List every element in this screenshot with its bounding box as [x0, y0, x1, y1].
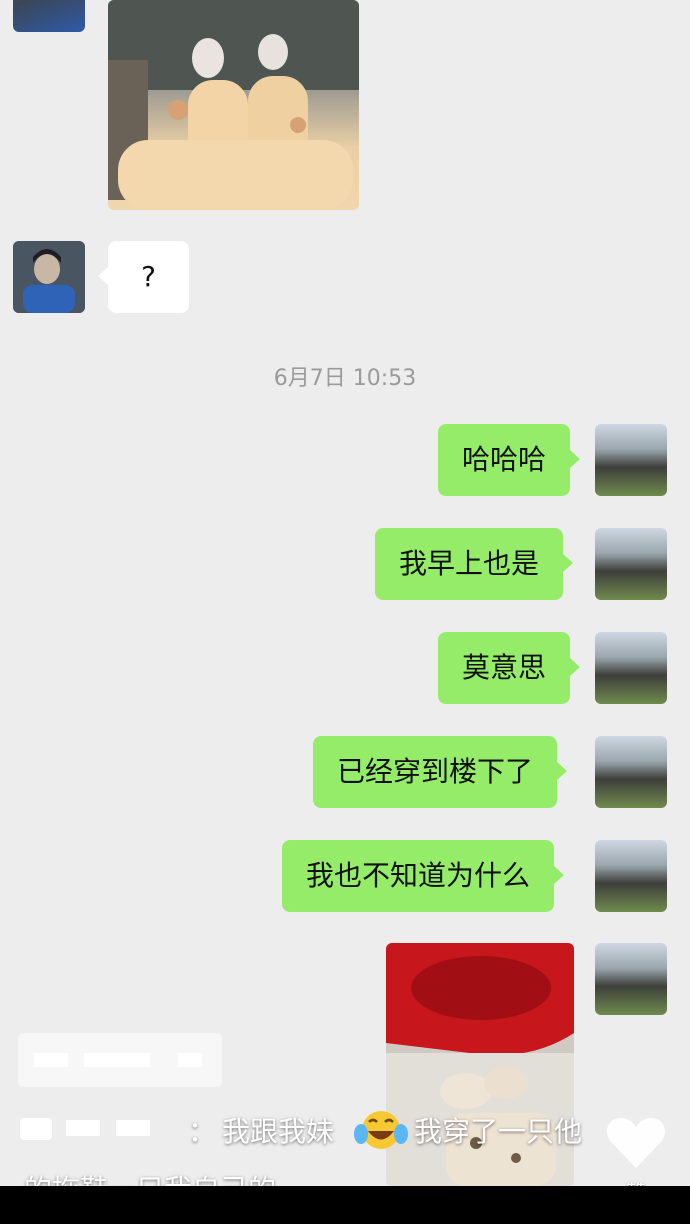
sent-message-bubble[interactable]: 我也不知道为什么	[282, 840, 565, 912]
redacted-block	[178, 1053, 202, 1067]
self-avatar[interactable]	[595, 943, 667, 1015]
received-message-text: ?	[141, 260, 156, 293]
sent-message-bubble[interactable]: 已经穿到楼下了	[313, 736, 568, 808]
sent-message-bubble[interactable]: 莫意思	[438, 632, 581, 704]
redacted-block	[116, 1120, 150, 1136]
sent-message-bubble[interactable]: 我早上也是	[375, 528, 574, 600]
redacted-block	[66, 1120, 100, 1136]
sent-message-bubble[interactable]: 哈哈哈	[438, 424, 581, 496]
redacted-block	[34, 1053, 68, 1067]
received-message-bubble[interactable]: ?	[98, 241, 189, 313]
photo-message-slippers[interactable]	[108, 0, 359, 210]
self-avatar[interactable]	[595, 528, 667, 600]
sent-message-text: 我早上也是	[399, 547, 540, 580]
avatar-portrait-image	[13, 241, 85, 313]
heart-icon	[606, 1118, 666, 1168]
sent-message-text: 莫意思	[462, 651, 547, 684]
caption-line1-part1: 我跟我妹	[222, 1115, 335, 1148]
bottom-black-bar	[0, 1186, 690, 1224]
blurred-username-overlay	[18, 1033, 222, 1087]
chat-timestamp: 6月7日 10:53	[273, 366, 417, 391]
caption-line1-part2: 我穿了一只他	[414, 1115, 583, 1148]
sent-message-text: 哈哈哈	[462, 443, 547, 476]
sent-message-text: 已经穿到楼下了	[337, 755, 534, 788]
caption-separator: ：	[188, 1115, 217, 1148]
contact-avatar[interactable]	[13, 241, 85, 313]
sent-message-text: 我也不知道为什么	[306, 859, 531, 892]
crying-laughing-emoji-icon	[352, 1108, 410, 1152]
contact-avatar-top[interactable]	[13, 0, 85, 32]
self-avatar[interactable]	[595, 632, 667, 704]
self-avatar[interactable]	[595, 424, 667, 496]
redacted-block	[84, 1053, 150, 1067]
self-avatar[interactable]	[595, 840, 667, 912]
redacted-commenter-name	[20, 1118, 52, 1140]
photo-feet-illustration	[108, 0, 359, 210]
self-avatar[interactable]	[595, 736, 667, 808]
